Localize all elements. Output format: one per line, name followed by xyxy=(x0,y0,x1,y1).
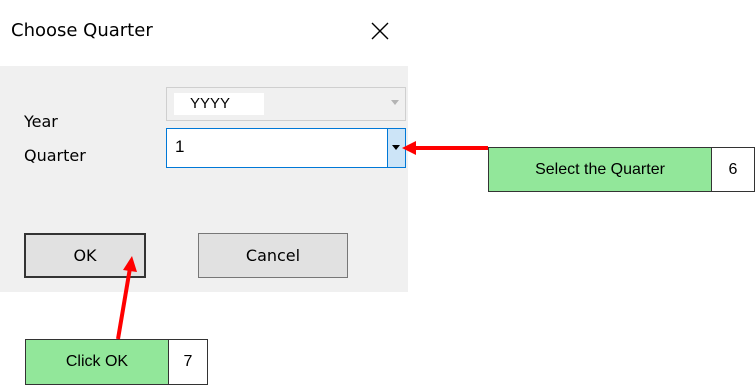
ok-button[interactable]: OK xyxy=(24,233,146,278)
dialog-titlebar: Choose Quarter xyxy=(0,0,408,66)
arrow-to-quarter-select xyxy=(402,141,488,155)
cancel-button[interactable]: Cancel xyxy=(198,233,348,278)
year-label: Year xyxy=(24,112,58,131)
chevron-down-icon xyxy=(392,145,400,150)
quarter-label: Quarter xyxy=(24,146,86,165)
callout-step-number: 6 xyxy=(711,147,755,192)
chevron-down-icon xyxy=(391,100,399,105)
quarter-dropdown-button[interactable] xyxy=(387,129,405,167)
year-select[interactable]: YYYY xyxy=(166,87,406,121)
callout-step-number: 7 xyxy=(168,339,208,385)
quarter-select[interactable]: 1 xyxy=(166,128,406,168)
close-button[interactable] xyxy=(366,17,394,45)
dialog-title: Choose Quarter xyxy=(11,20,153,41)
close-icon xyxy=(371,22,389,40)
choose-quarter-dialog: Choose Quarter Year YYYY Quarter 1 OK Ca… xyxy=(0,0,408,292)
year-select-value: YYYY xyxy=(174,93,264,115)
callout-click-ok: Click OK xyxy=(25,339,169,385)
callout-select-quarter: Select the Quarter xyxy=(488,147,712,192)
quarter-select-value: 1 xyxy=(175,137,185,156)
